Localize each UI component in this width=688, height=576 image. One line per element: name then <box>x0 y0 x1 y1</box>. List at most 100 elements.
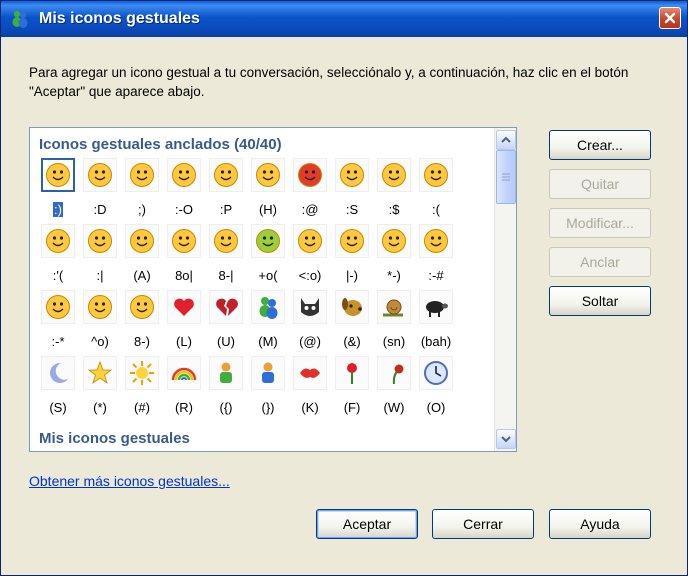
red-heart-icon <box>167 290 201 324</box>
emoticon-item[interactable]: <:o) <box>290 224 330 284</box>
close-icon <box>664 12 676 24</box>
wilted-rose-icon <box>377 356 411 390</box>
emoticon-item[interactable]: (#) <box>122 356 162 416</box>
star-icon <box>83 356 117 390</box>
dog-face-icon <box>335 290 369 324</box>
close-window-button[interactable] <box>659 7 681 29</box>
emoticon-item[interactable]: 8-) <box>122 290 162 350</box>
rainbow-icon <box>167 356 201 390</box>
angel-icon <box>125 224 159 258</box>
nerd-icon <box>209 224 243 258</box>
close-button[interactable]: Cerrar <box>432 509 534 539</box>
cat-face-icon <box>293 290 327 324</box>
emoticon-item[interactable]: (W) <box>374 356 414 416</box>
dont-tell-icon <box>419 224 453 258</box>
sleepy-icon <box>335 224 369 258</box>
emoticon-item[interactable]: (*) <box>80 356 120 416</box>
emoticon-item[interactable]: :'( <box>38 224 78 284</box>
sunglasses-icon <box>251 158 285 192</box>
emoticon-item[interactable]: :-O <box>164 158 204 218</box>
broken-heart-icon <box>209 290 243 324</box>
emoticon-item[interactable]: :$ <box>374 158 414 218</box>
emoticon-item[interactable]: ;) <box>122 158 162 218</box>
title-bar[interactable]: Mis iconos gestuales <box>1 1 687 37</box>
sarcastic-icon <box>83 290 117 324</box>
emoticon-item[interactable]: (O) <box>416 356 456 416</box>
emoticon-item[interactable]: ^o) <box>80 290 120 350</box>
emoticon-item[interactable]: 8o| <box>164 224 204 284</box>
sick-icon <box>251 224 285 258</box>
black-sheep-icon <box>419 290 453 324</box>
ok-button[interactable]: Aceptar <box>316 509 418 539</box>
window-title: Mis iconos gestuales <box>39 10 200 27</box>
surprised-icon <box>167 158 201 192</box>
emoticon-item[interactable]: (K) <box>290 356 330 416</box>
emoticon-item[interactable]: (}) <box>248 356 288 416</box>
party-icon <box>293 224 327 258</box>
get-more-emoticons-link[interactable]: Obtener más iconos gestuales... <box>29 473 230 489</box>
confused-icon <box>335 158 369 192</box>
scroll-thumb[interactable] <box>496 150 516 204</box>
emoticon-item[interactable]: (@) <box>290 290 330 350</box>
pin-button[interactable]: Anclar <box>549 247 651 277</box>
wink-icon <box>125 158 159 192</box>
kiss-icon <box>293 356 327 390</box>
emoticon-code: :( <box>432 202 440 217</box>
eye-rolling-icon <box>125 290 159 324</box>
emoticon-item[interactable]: :P <box>206 158 246 218</box>
emoticon-item[interactable]: :-# <box>416 224 456 284</box>
emoticon-item[interactable]: :) <box>38 158 78 218</box>
chevron-down-icon <box>501 436 511 443</box>
unpin-button[interactable]: Soltar <box>549 286 651 316</box>
emoticon-item[interactable]: :D <box>80 158 120 218</box>
emoticon-code: (bah) <box>420 334 452 349</box>
sad-icon <box>419 158 453 192</box>
emoticon-item[interactable]: |-) <box>332 224 372 284</box>
emoticon-item[interactable]: (M) <box>248 290 288 350</box>
emoticon-item[interactable]: (F) <box>332 356 372 416</box>
emoticon-item[interactable]: *-) <box>374 224 414 284</box>
emoticon-item[interactable]: :( <box>416 158 456 218</box>
emoticon-item[interactable]: (U) <box>206 290 246 350</box>
scroll-down-button[interactable] <box>496 429 516 449</box>
chevron-up-icon <box>501 136 511 143</box>
tongue-out-icon <box>209 158 243 192</box>
help-button[interactable]: Ayuda <box>549 509 651 539</box>
dialog-window: Mis iconos gestuales Para agregar un ico… <box>0 0 688 576</box>
emoticon-item[interactable]: (&) <box>332 290 372 350</box>
emoticon-item[interactable]: (sn) <box>374 290 414 350</box>
emoticon-item[interactable]: (R) <box>164 356 204 416</box>
mine-section-header: Mis iconos gestuales <box>39 430 190 447</box>
create-button[interactable]: Crear... <box>549 130 651 160</box>
emoticon-item[interactable]: :-* <box>38 290 78 350</box>
crying-icon <box>41 224 75 258</box>
emoticon-item[interactable]: :| <box>80 224 120 284</box>
emoticon-item[interactable]: ({) <box>206 356 246 416</box>
baring-teeth-icon <box>167 224 201 258</box>
emoticon-item[interactable]: (bah) <box>416 290 456 350</box>
emoticon-item[interactable]: :@ <box>290 158 330 218</box>
clock-icon <box>419 356 453 390</box>
modify-button[interactable]: Modificar... <box>549 208 651 238</box>
emoticon-item[interactable]: (L) <box>164 290 204 350</box>
thinking-icon <box>377 224 411 258</box>
messenger-buddies-icon <box>9 8 31 30</box>
rose-icon <box>335 356 369 390</box>
secret-icon <box>41 290 75 324</box>
emoticon-item[interactable]: 8-| <box>206 224 246 284</box>
smile-icon <box>41 158 75 192</box>
vertical-scrollbar[interactable] <box>494 128 516 451</box>
emoticon-item[interactable]: (A) <box>122 224 162 284</box>
emoticon-item[interactable]: :S <box>332 158 372 218</box>
emoticon-item[interactable]: (S) <box>38 356 78 416</box>
right-hug-icon <box>251 356 285 390</box>
emoticon-code: (O) <box>426 400 446 415</box>
emoticon-item[interactable]: (H) <box>248 158 288 218</box>
scroll-up-button[interactable] <box>496 130 516 150</box>
pinned-section-header: Iconos gestuales anclados (40/40) <box>39 136 282 153</box>
grip-icon <box>502 173 510 181</box>
remove-button[interactable]: Quitar <box>549 169 651 199</box>
emoticon-list[interactable]: Iconos gestuales anclados (40/40) :):D;)… <box>29 127 517 452</box>
moon-icon <box>41 356 75 390</box>
emoticon-item[interactable]: +o( <box>248 224 288 284</box>
